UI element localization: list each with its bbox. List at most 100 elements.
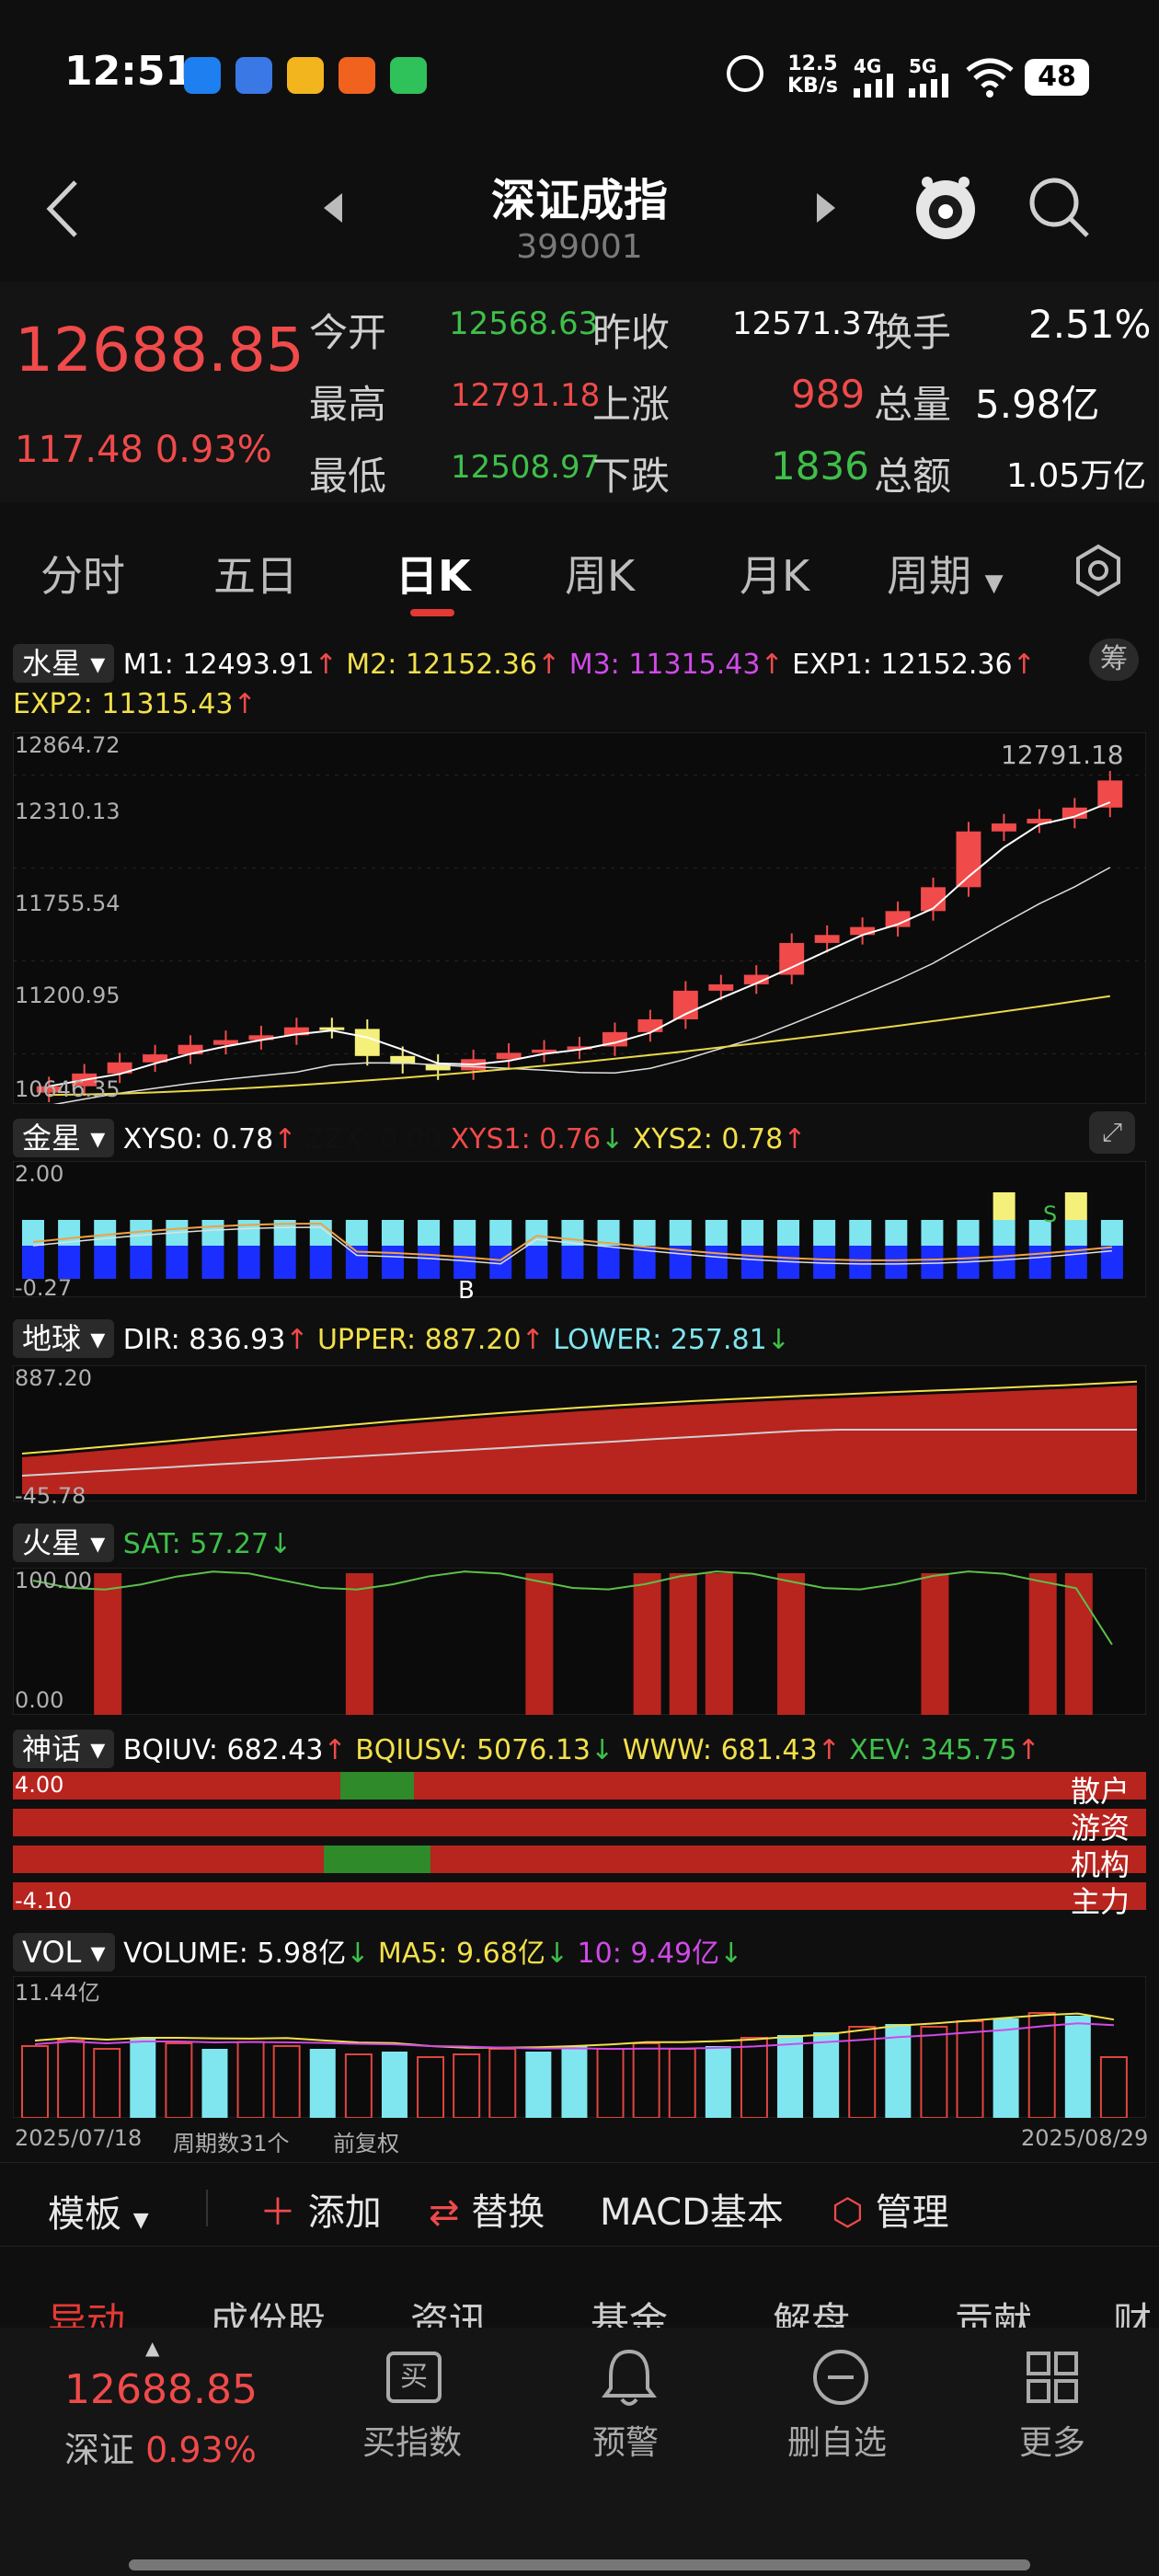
- m3-value: M3: 11315.43: [568, 649, 761, 681]
- bottom-price: 12688.85: [64, 2366, 258, 2413]
- status-time: 12:51: [64, 48, 194, 95]
- shenhua-row-main: [13, 1882, 1146, 1910]
- adjust-mode: 前复权: [333, 2131, 399, 2156]
- home-indicator[interactable]: [129, 2559, 1030, 2570]
- xev-value: XEV: 345.75: [849, 1734, 1017, 1766]
- low-value: 12508.97: [451, 449, 601, 486]
- huoxing-bar: [525, 1573, 554, 1715]
- jinxing-bar-bottom: [22, 1246, 44, 1279]
- settings-icon[interactable]: [1071, 543, 1126, 598]
- turnover-value: 2.51%: [1028, 302, 1152, 347]
- alert-button[interactable]: 预警: [592, 2416, 659, 2464]
- volume-selector[interactable]: VOL ▾: [13, 1933, 115, 1972]
- shenhua-row-institution: [13, 1846, 1146, 1873]
- huoxing-selector[interactable]: 火星 ▾: [13, 1524, 115, 1562]
- jinxing-bar-top: [453, 1220, 476, 1246]
- main-indicator-selector[interactable]: 水星 ▾: [13, 644, 115, 683]
- tab-five-day[interactable]: 五日: [213, 543, 298, 604]
- tab-intraday[interactable]: 分时: [40, 543, 125, 604]
- manage-indicator-button[interactable]: ⬡ 管理: [832, 2182, 949, 2236]
- last-price: 12688.85: [15, 315, 304, 385]
- macd-basic-button[interactable]: MACD基本: [600, 2182, 784, 2236]
- tab-monthly-k[interactable]: 月K: [740, 543, 809, 604]
- next-index-icon[interactable]: [815, 191, 837, 224]
- remove-watchlist-icon[interactable]: [811, 2348, 870, 2407]
- chip-distribution-button[interactable]: 筹: [1089, 638, 1139, 681]
- prev-close-label: 昨收: [592, 310, 671, 355]
- main-indicator-row-2: EXP2: 11315.43↑: [13, 688, 257, 720]
- candle-body: [637, 1019, 663, 1032]
- candle-body: [354, 1029, 380, 1056]
- candle-body: [850, 926, 876, 936]
- huoxing-bar: [777, 1573, 806, 1715]
- jinxing-bar-bottom: [273, 1246, 296, 1279]
- huoxing-bar: [633, 1573, 661, 1715]
- bqiusv-value: BQIUSV: 5076.13: [355, 1734, 591, 1766]
- tab-active-indicator: [410, 609, 454, 616]
- xys2-value: XYS2: 0.78: [632, 1123, 784, 1156]
- app-blue-icon: [184, 57, 221, 94]
- candlestick-chart[interactable]: [13, 732, 1146, 1104]
- date-end: 2025/08/29: [1021, 2125, 1149, 2151]
- candle-body: [991, 823, 1016, 832]
- weibo-icon: [287, 57, 324, 94]
- expand-icon[interactable]: ⤢: [1089, 1111, 1135, 1154]
- shenhua-indicator-row: 神话 ▾ BQIUV: 682.43↑ BQIUSV: 5076.13↓ WWW…: [13, 1726, 1040, 1768]
- jinxing-bar-bottom: [561, 1246, 584, 1279]
- remove-watchlist-button[interactable]: 删自选: [787, 2416, 887, 2464]
- diqiu-selector[interactable]: 地球 ▾: [13, 1319, 115, 1358]
- tab-daily-k[interactable]: 日K: [396, 543, 471, 604]
- status-bar: 12:51 12.5 KB/s 4G 5G 48: [0, 0, 1159, 156]
- jinxing-bar-top: [94, 1220, 117, 1246]
- jinxing-bar-bottom: [885, 1246, 908, 1279]
- jinxing-bar-top: [418, 1220, 441, 1246]
- phone-icon: [390, 57, 427, 94]
- candle-body: [1097, 780, 1123, 808]
- institution-green-segment: [324, 1846, 430, 1873]
- buy-index-button[interactable]: 买指数: [362, 2416, 462, 2464]
- tab-period[interactable]: 周期 ▼: [887, 543, 1004, 604]
- add-indicator-button[interactable]: ＋ 添加: [259, 2182, 382, 2236]
- battery-indicator: 48: [1025, 59, 1089, 96]
- retail-green-segment: [340, 1772, 414, 1800]
- huoxing-bar: [1028, 1573, 1057, 1715]
- high-value: 12791.18: [451, 377, 601, 414]
- volume-bar: [813, 2032, 840, 2118]
- volume-bar: [525, 2052, 552, 2118]
- jinxing-bar-bottom: [201, 1246, 224, 1279]
- huoxing-bar: [921, 1573, 949, 1715]
- jinxing-selector[interactable]: 金星 ▾: [13, 1119, 115, 1157]
- y-axis-label: 11755.54: [15, 891, 120, 916]
- volume-value: VOLUME: 5.98亿: [123, 1938, 347, 1970]
- more-button[interactable]: 更多: [1019, 2416, 1085, 2464]
- volume-bar: [1064, 2016, 1091, 2118]
- jinxing-bar-bottom: [597, 1246, 620, 1279]
- plus-icon: ＋: [259, 2191, 296, 2234]
- grid-more-icon[interactable]: [1025, 2350, 1080, 2405]
- dir-value: DIR: 836.93: [122, 1324, 286, 1356]
- bell-icon[interactable]: [600, 2346, 659, 2409]
- mascot-icon[interactable]: [912, 171, 979, 245]
- jinxing-bar-top: [381, 1220, 404, 1246]
- tab-weekly-k[interactable]: 周K: [565, 543, 635, 604]
- search-icon[interactable]: [1027, 175, 1091, 239]
- prev-close-value: 12571.37: [732, 305, 882, 342]
- label-main-force: 主力: [1071, 1884, 1130, 1919]
- jinxing-bar-bottom: [166, 1246, 189, 1279]
- buy-index-icon[interactable]: 买: [386, 2352, 442, 2403]
- volume-bar: [309, 2049, 336, 2118]
- zzx-value: ZZX: 0.00: [304, 1123, 442, 1156]
- jinxing-bar-bottom: [309, 1246, 332, 1279]
- jinxing-bar-highlight: [993, 1192, 1016, 1220]
- taobao-icon: [339, 57, 375, 94]
- jinxing-bar-bottom: [94, 1246, 117, 1279]
- replace-indicator-button[interactable]: ⇄ 替换: [429, 2182, 545, 2236]
- template-button[interactable]: 模板 ▼: [48, 2184, 149, 2237]
- shenhua-y-bottom: -4.10: [15, 1888, 73, 1914]
- jinxing-bar-bottom: [453, 1246, 476, 1279]
- jinxing-bar-top: [921, 1220, 944, 1246]
- huoxing-chart: [13, 1568, 1146, 1715]
- collapse-arrow-icon[interactable]: ▲: [145, 2337, 159, 2359]
- jinxing-bar-top: [489, 1220, 512, 1246]
- shenhua-selector[interactable]: 神话 ▾: [13, 1730, 115, 1768]
